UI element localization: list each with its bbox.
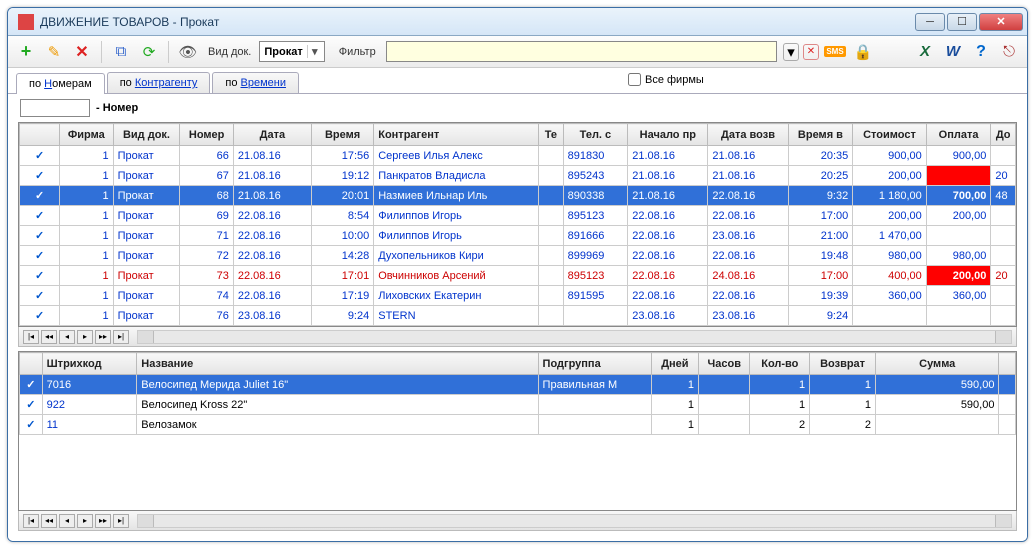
excel-button[interactable]: X xyxy=(913,40,937,64)
toolbar: + ✎ ✕ ⧉ ⟳ 👁 Вид док. Прокат ▾ Фильтр ▾ ✕… xyxy=(8,36,1027,68)
word-button[interactable]: W xyxy=(941,40,965,64)
tab-by-agent[interactable]: по Контрагенту xyxy=(107,72,211,93)
table-row[interactable]: 1Прокат7222.08.1614:28Духопельников Кири… xyxy=(20,246,1016,266)
table-row[interactable]: 1Прокат6922.08.168:54Филиппов Игорь89512… xyxy=(20,206,1016,226)
sms-button[interactable]: SMS xyxy=(823,40,847,64)
number-search-label: - Номер xyxy=(96,102,138,114)
table-row[interactable]: 11Велозамок122 xyxy=(20,415,1016,435)
grid1-hscroll[interactable] xyxy=(137,330,1012,344)
nav2-first[interactable]: |◂ xyxy=(23,514,39,528)
minimize-button[interactable]: ─ xyxy=(915,13,945,31)
titlebar: ДВИЖЕНИЕ ТОВАРОВ - Прокат ─ ☐ ✕ xyxy=(8,8,1027,36)
tabs: по Номерам по Контрагенту по Времени Все… xyxy=(8,68,1027,94)
items-grid[interactable]: ШтрихкодНазвание ПодгруппаДнейЧасов Кол-… xyxy=(18,351,1017,511)
refresh-button[interactable]: ⟳ xyxy=(137,40,161,64)
table-row[interactable]: 1Прокат6721.08.1619:12Панкратов Владисла… xyxy=(20,166,1016,186)
chevron-down-icon[interactable]: ▾ xyxy=(307,45,322,58)
grid2-hscroll[interactable] xyxy=(137,514,1012,528)
search-row: - Номер xyxy=(8,94,1027,122)
table-row[interactable]: 1Прокат7422.08.1617:19Лиховских Екатерин… xyxy=(20,286,1016,306)
copy-button[interactable]: ⧉ xyxy=(109,40,133,64)
table-row[interactable]: 922Велосипед Kross 22"111590,00 xyxy=(20,395,1016,415)
grid1-navigator: |◂ ◂◂ ◂ ▸ ▸▸ ▸| xyxy=(18,327,1017,347)
edit-button[interactable]: ✎ xyxy=(42,40,66,64)
main-window: ДВИЖЕНИЕ ТОВАРОВ - Прокат ─ ☐ ✕ + ✎ ✕ ⧉ … xyxy=(7,7,1028,542)
maximize-button[interactable]: ☐ xyxy=(947,13,977,31)
table-row[interactable]: 1Прокат7623.08.169:24STERN23.08.1623.08.… xyxy=(20,306,1016,326)
delete-button[interactable]: ✕ xyxy=(70,40,94,64)
doc-type-combo[interactable]: Прокат ▾ xyxy=(259,41,324,62)
tab-by-numbers[interactable]: по Номерам xyxy=(16,73,105,94)
all-firms-checkbox[interactable]: Все фирмы xyxy=(628,73,704,86)
table-row[interactable]: 7016Велосипед Мерида Juliet 16"Правильна… xyxy=(20,375,1016,395)
lock-button[interactable]: 🔒 xyxy=(851,40,875,64)
app-icon xyxy=(18,14,34,30)
filter-label: Фильтр xyxy=(339,46,376,58)
nav-next-page[interactable]: ▸▸ xyxy=(95,330,111,344)
documents-grid[interactable]: ФирмаВид док.Номер ДатаВремяКонтрагент Т… xyxy=(18,122,1017,327)
exit-button[interactable]: ⎋ xyxy=(997,40,1021,64)
doc-type-label: Вид док. xyxy=(208,46,251,58)
table-row[interactable]: 1Прокат7322.08.1617:01Овчинников Арсений… xyxy=(20,266,1016,286)
close-button[interactable]: ✕ xyxy=(979,13,1023,31)
tab-by-time[interactable]: по Времени xyxy=(212,72,299,93)
number-search-input[interactable] xyxy=(20,99,90,117)
nav-last[interactable]: ▸| xyxy=(113,330,129,344)
nav2-next[interactable]: ▸ xyxy=(77,514,93,528)
table-row[interactable]: 1Прокат6821.08.1620:01Назмиев Ильнар Иль… xyxy=(20,186,1016,206)
window-title: ДВИЖЕНИЕ ТОВАРОВ - Прокат xyxy=(40,15,915,29)
filter-dropdown-button[interactable]: ▾ xyxy=(783,43,799,61)
nav-prev[interactable]: ◂ xyxy=(59,330,75,344)
nav2-last[interactable]: ▸| xyxy=(113,514,129,528)
table-row[interactable]: 1Прокат6621.08.1617:56Сергеев Илья Алекс… xyxy=(20,146,1016,166)
table-row[interactable]: 1Прокат7122.08.1610:00Филиппов Игорь8916… xyxy=(20,226,1016,246)
nav-prev-page[interactable]: ◂◂ xyxy=(41,330,57,344)
nav2-next-page[interactable]: ▸▸ xyxy=(95,514,111,528)
nav2-prev-page[interactable]: ◂◂ xyxy=(41,514,57,528)
nav-next[interactable]: ▸ xyxy=(77,330,93,344)
filter-input[interactable] xyxy=(386,41,777,62)
nav2-prev[interactable]: ◂ xyxy=(59,514,75,528)
add-button[interactable]: + xyxy=(14,40,38,64)
filter-clear-button[interactable]: ✕ xyxy=(803,44,819,60)
view-button[interactable]: 👁 xyxy=(176,40,200,64)
help-button[interactable]: ? xyxy=(969,40,993,64)
grid2-navigator: |◂ ◂◂ ◂ ▸ ▸▸ ▸| xyxy=(18,511,1017,531)
nav-first[interactable]: |◂ xyxy=(23,330,39,344)
